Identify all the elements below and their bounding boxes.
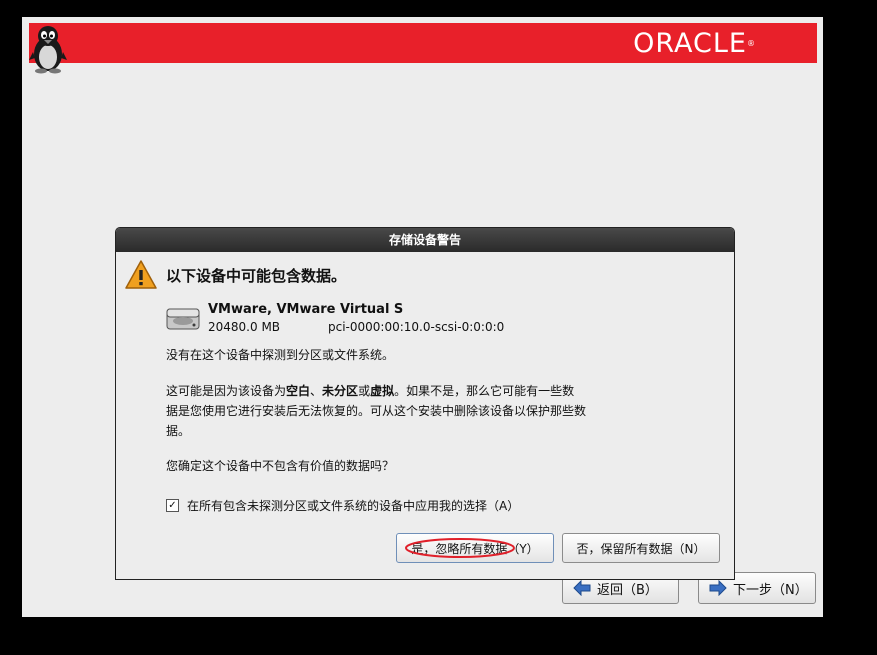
confirmation-question: 您确定这个设备中不包含有价值的数据吗？ [166,459,395,473]
explanation-message: 这可能是因为该设备为空白、未分区或虚拟。如果不是，那么它可能有一些数据是您使用它… [166,384,587,438]
no-partition-message: 没有在这个设备中探测到分区或文件系统。 [166,348,395,362]
next-button-label: 下一步（N） [733,582,808,598]
apply-to-all-checkbox[interactable]: ✓ [166,499,179,512]
device-name: VMware, VMware Virtual S [208,302,404,317]
hard-disk-icon [166,308,200,330]
tux-penguin-icon [29,26,67,74]
arrow-left-icon [573,580,591,596]
device-size: 20480.0 MB [208,320,281,334]
device-path: pci-0000:00:10.0-scsi-0:0:0:0 [328,320,505,334]
annotation-circle [405,538,515,558]
arrow-right-icon [709,580,727,596]
oracle-banner: ORACLE® [29,23,817,63]
apply-to-all-label: 在所有包含未探测分区或文件系统的设备中应用我的选择（A） [187,499,520,513]
dialog-heading: 以下设备中可能包含数据。 [166,267,347,285]
storage-warning-dialog: 存储设备警告 以下设备中可能包含数据。 VMware, VMware Virtu… [115,227,735,580]
warning-icon [125,260,157,289]
dialog-title: 存储设备警告 [116,228,734,252]
back-button-label: 返回（B） [597,582,658,598]
no-keep-data-button[interactable]: 否，保留所有数据（N） [562,533,720,563]
apply-to-all-option[interactable]: ✓ 在所有包含未探测分区或文件系统的设备中应用我的选择（A） [166,497,519,514]
oracle-logo: ORACLE® [633,28,755,59]
